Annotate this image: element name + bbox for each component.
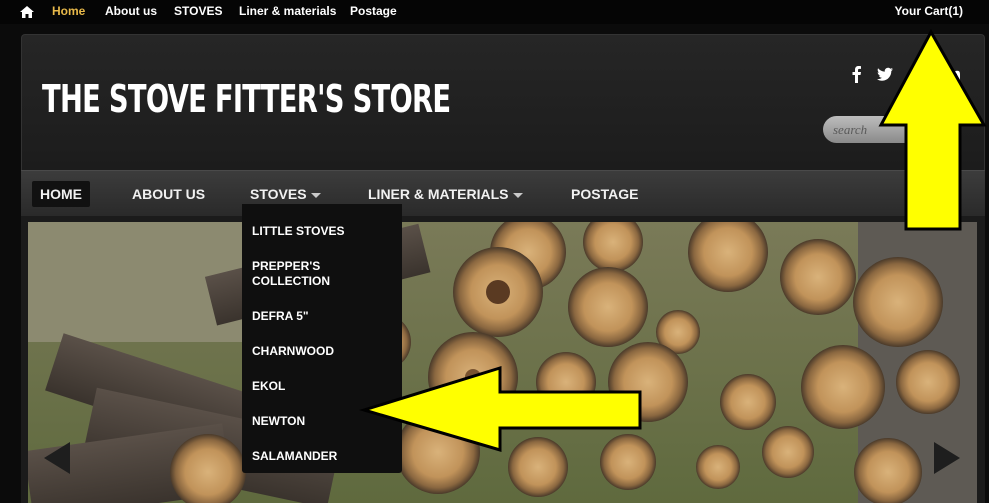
nav-item-home[interactable]: HOME: [32, 181, 90, 207]
linkedin-icon[interactable]: [944, 65, 962, 83]
dropdown-item-preppers-collection[interactable]: PREPPER'S COLLECTION: [252, 259, 392, 289]
search-input[interactable]: [823, 116, 953, 143]
dropdown-item-defra-5[interactable]: DEFRA 5": [252, 309, 392, 324]
dropdown-item-ekol[interactable]: EKOL: [252, 379, 392, 394]
site-title[interactable]: THE STOVE FITTER'S STORE: [42, 77, 451, 121]
dropdown-item-charnwood[interactable]: CHARNWOOD: [252, 344, 392, 359]
firewood-pile-image: [28, 222, 977, 503]
main-navigation: HOME ABOUT US STOVES LINER & MATERIALS P…: [21, 170, 985, 216]
facebook-icon[interactable]: [848, 65, 866, 83]
nav-item-about-us[interactable]: ABOUT US: [124, 181, 213, 207]
dropdown-item-salamander[interactable]: SALAMANDER: [252, 449, 392, 464]
dropdown-item-little-stoves[interactable]: LITTLE STOVES: [252, 224, 392, 239]
cart-link[interactable]: Your Cart(1): [895, 4, 963, 18]
top-link-home[interactable]: Home: [52, 4, 85, 18]
hero-slider-image: [28, 222, 977, 503]
dropdown-item-newton[interactable]: NEWTON: [252, 414, 392, 429]
twitter-icon[interactable]: [876, 65, 894, 83]
stoves-dropdown-menu: LITTLE STOVES PREPPER'S COLLECTION DEFRA…: [242, 204, 402, 473]
nav-item-stoves-label: STOVES: [250, 186, 307, 202]
slider-next-arrow-icon[interactable]: [934, 442, 960, 474]
chevron-down-icon: [310, 192, 321, 198]
top-link-postage[interactable]: Postage: [350, 4, 397, 18]
top-link-liner-materials[interactable]: Liner & materials: [239, 4, 336, 18]
nav-item-postage[interactable]: POSTAGE: [563, 181, 646, 207]
slider-prev-arrow-icon[interactable]: [44, 442, 70, 474]
home-icon[interactable]: [20, 6, 34, 18]
top-link-stoves[interactable]: STOVES: [174, 4, 222, 18]
chevron-down-icon: [512, 192, 523, 198]
site-header: THE STOVE FITTER'S STORE: [21, 34, 985, 170]
top-link-about-us[interactable]: About us: [105, 4, 157, 18]
nav-item-liner-materials-label: LINER & MATERIALS: [368, 186, 509, 202]
top-utility-bar: Home About us STOVES Liner & materials P…: [0, 0, 989, 24]
page-root: Home About us STOVES Liner & materials P…: [0, 0, 989, 503]
